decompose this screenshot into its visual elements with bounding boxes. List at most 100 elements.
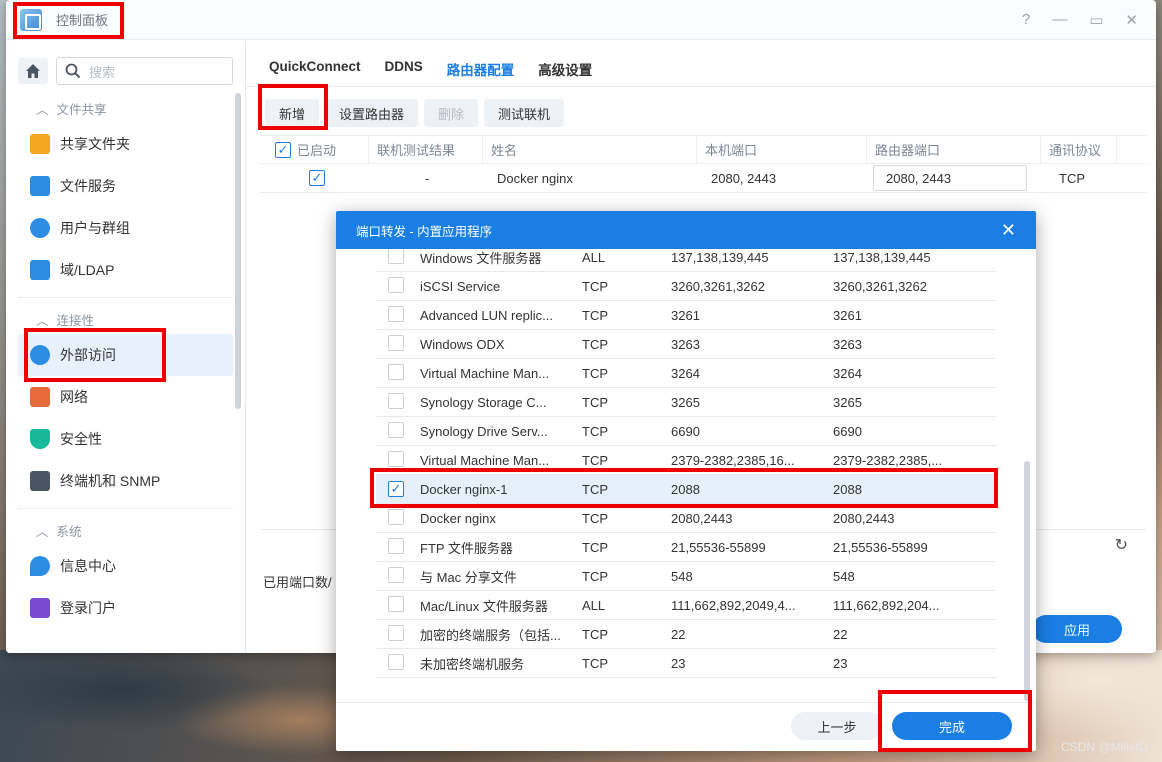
list-item[interactable]: Docker nginx TCP 2080,2443 2080,2443 bbox=[376, 504, 996, 533]
column-name[interactable]: 姓名 bbox=[483, 136, 697, 163]
watermark: CSDN @MilletO bbox=[1061, 740, 1148, 754]
add-button[interactable]: 新增 bbox=[265, 99, 320, 127]
list-item[interactable]: Advanced LUN replic... TCP 3261 3261 bbox=[376, 301, 996, 330]
section-connectivity[interactable]: ︿ 连接性 bbox=[6, 304, 245, 334]
row-enabled-checkbox[interactable]: ✓ bbox=[309, 170, 325, 186]
list-item[interactable]: 加密的终端服务（包括... TCP 22 22 bbox=[376, 620, 996, 649]
tab-router-config[interactable]: 路由器配置 bbox=[447, 59, 515, 87]
column-router-port[interactable]: 路由器端口 bbox=[867, 136, 1041, 163]
help-icon[interactable]: ? bbox=[1022, 11, 1030, 29]
close-icon[interactable]: ✕ bbox=[1125, 11, 1138, 29]
section-label: 系统 bbox=[56, 524, 82, 539]
done-button[interactable]: 完成 bbox=[892, 712, 1012, 740]
sidebar-item-ldap[interactable]: 域/LDAP bbox=[6, 249, 245, 291]
router-port: 111,662,892,204... bbox=[833, 597, 940, 613]
list-item[interactable]: Synology Drive Serv... TCP 6690 6690 bbox=[376, 417, 996, 446]
row-checkbox[interactable] bbox=[388, 363, 404, 380]
router-port: 3265 bbox=[833, 394, 862, 410]
tab-ddns[interactable]: DDNS bbox=[385, 59, 423, 87]
checkbox-cell bbox=[376, 537, 420, 557]
row-checkbox[interactable] bbox=[388, 421, 404, 438]
list-item[interactable]: ✓ Docker nginx-1 TCP 2088 2088 bbox=[376, 475, 996, 504]
local-port: 6690 bbox=[671, 423, 700, 439]
row-checkbox[interactable] bbox=[388, 508, 404, 525]
row-checkbox[interactable] bbox=[388, 595, 404, 612]
router-port-input[interactable]: 2080, 2443 bbox=[873, 165, 1027, 191]
test-connection-button[interactable]: 测试联机 bbox=[484, 99, 565, 127]
setup-router-button[interactable]: 设置路由器 bbox=[325, 99, 419, 127]
apply-button[interactable]: 应用 bbox=[1032, 615, 1122, 643]
local-port: 2088 bbox=[671, 481, 700, 497]
search-input[interactable]: 搜索 bbox=[56, 57, 233, 85]
sidebar-item-users-groups[interactable]: 用户与群组 bbox=[6, 207, 245, 249]
sidebar-item-shared-folder[interactable]: 共享文件夹 bbox=[6, 123, 245, 165]
checkbox-cell bbox=[376, 334, 420, 354]
row-checkbox[interactable] bbox=[388, 392, 404, 409]
checkbox-cell bbox=[376, 276, 420, 296]
row-checkbox[interactable]: ✓ bbox=[388, 481, 404, 497]
row-checkbox[interactable] bbox=[388, 450, 404, 467]
tab-advanced[interactable]: 高级设置 bbox=[538, 59, 592, 87]
checkbox-cell bbox=[376, 508, 420, 528]
sidebar-item-login-portal[interactable]: 登录门户 bbox=[6, 587, 245, 629]
sidebar-item-terminal-snmp[interactable]: 终端机和 SNMP bbox=[6, 460, 245, 502]
delete-button[interactable]: 删除 bbox=[424, 99, 479, 127]
list-item[interactable]: 与 Mac 分享文件 TCP 548 548 bbox=[376, 562, 996, 591]
dialog-title-bar: 端口转发 - 内置应用程序 ✕ bbox=[336, 211, 1036, 249]
table-row[interactable]: ✓ - Docker nginx 2080, 2443 2080, 2443 T… bbox=[261, 164, 1146, 193]
minimize-icon[interactable]: — bbox=[1052, 11, 1067, 29]
sidebar-scrollbar[interactable] bbox=[235, 93, 241, 409]
protocol: TCP bbox=[582, 568, 608, 584]
row-checkbox[interactable] bbox=[388, 305, 404, 322]
row-checkbox[interactable] bbox=[388, 276, 404, 293]
list-item[interactable]: Windows 文件服务器 ALL 137,138,139,445 137,138,1… bbox=[376, 249, 996, 272]
section-file-sharing[interactable]: ︿ 文件共享 bbox=[6, 93, 245, 123]
list-item[interactable]: FTP 文件服务器 TCP 21,55536-55899 21,55536-55899 bbox=[376, 533, 996, 562]
row-checkbox[interactable] bbox=[388, 334, 404, 351]
list-item[interactable]: 未加密终端机服务 TCP 23 23 bbox=[376, 649, 996, 678]
router-port: 137,138,139,445 bbox=[833, 249, 931, 265]
row-checkbox[interactable] bbox=[388, 624, 404, 641]
local-port: 21,55536-55899 bbox=[671, 539, 766, 555]
protocol: TCP bbox=[582, 626, 608, 642]
portal-icon bbox=[30, 598, 50, 618]
port-forward-table: ✓ 已启动 联机测试结果 姓名 本机端口 路由器端口 通讯协议 ✓ - Dock… bbox=[261, 135, 1146, 193]
maximize-icon[interactable]: ▭ bbox=[1089, 11, 1103, 29]
sidebar-item-external-access[interactable]: 外部访问 bbox=[18, 334, 233, 376]
close-icon[interactable]: ✕ bbox=[1001, 220, 1016, 241]
local-port: 3261 bbox=[671, 307, 700, 323]
sidebar-item-security[interactable]: 安全性 bbox=[6, 418, 245, 460]
section-label: 文件共享 bbox=[56, 102, 107, 117]
dialog-scrollbar[interactable] bbox=[1024, 461, 1030, 701]
select-all-checkbox[interactable]: ✓ bbox=[275, 141, 291, 158]
sidebar-item-network[interactable]: 网络 bbox=[6, 376, 245, 418]
sidebar-item-info-center[interactable]: 信息中心 bbox=[6, 545, 245, 587]
previous-button[interactable]: 上一步 bbox=[791, 712, 883, 740]
row-checkbox[interactable] bbox=[388, 249, 404, 264]
list-item[interactable]: iSCSI Service TCP 3260,3261,3262 3260,3261,… bbox=[376, 272, 996, 301]
section-system[interactable]: ︿ 系统 bbox=[6, 515, 245, 545]
column-test-result[interactable]: 联机测试结果 bbox=[369, 136, 483, 163]
list-item[interactable]: Virtual Machine Man... TCP 3264 3264 bbox=[376, 359, 996, 388]
app-name: Docker nginx-1 bbox=[420, 481, 508, 497]
home-button[interactable] bbox=[18, 58, 48, 84]
row-checkbox[interactable] bbox=[388, 653, 404, 670]
app-name: 未加密终端机服务 bbox=[420, 656, 525, 672]
column-protocol[interactable]: 通讯协议 bbox=[1041, 136, 1117, 163]
column-enabled[interactable]: ✓ 已启动 bbox=[261, 136, 369, 163]
tab-quickconnect[interactable]: QuickConnect bbox=[269, 59, 361, 87]
app-name: Windows ODX bbox=[420, 336, 505, 352]
header-label: 已启动 bbox=[297, 143, 337, 158]
row-checkbox[interactable] bbox=[388, 537, 404, 554]
sidebar-item-file-services[interactable]: 文件服务 bbox=[6, 165, 245, 207]
list-item[interactable]: Virtual Machine Man... TCP 2379-2382,2385,… bbox=[376, 446, 996, 475]
list-item[interactable]: Mac/Linux 文件服务器 ALL 111,662,892,2049,4... 1… bbox=[376, 591, 996, 620]
local-port: 23 bbox=[671, 655, 686, 671]
row-checkbox[interactable] bbox=[388, 566, 404, 583]
router-port: 6690 bbox=[833, 423, 862, 439]
router-port: 21,55536-55899 bbox=[833, 539, 928, 555]
column-local-port[interactable]: 本机端口 bbox=[697, 136, 867, 163]
list-item[interactable]: Synology Storage C... TCP 3265 3265 bbox=[376, 388, 996, 417]
list-item[interactable]: Windows ODX TCP 3263 3263 bbox=[376, 330, 996, 359]
refresh-icon[interactable]: ↻ bbox=[1115, 535, 1128, 555]
